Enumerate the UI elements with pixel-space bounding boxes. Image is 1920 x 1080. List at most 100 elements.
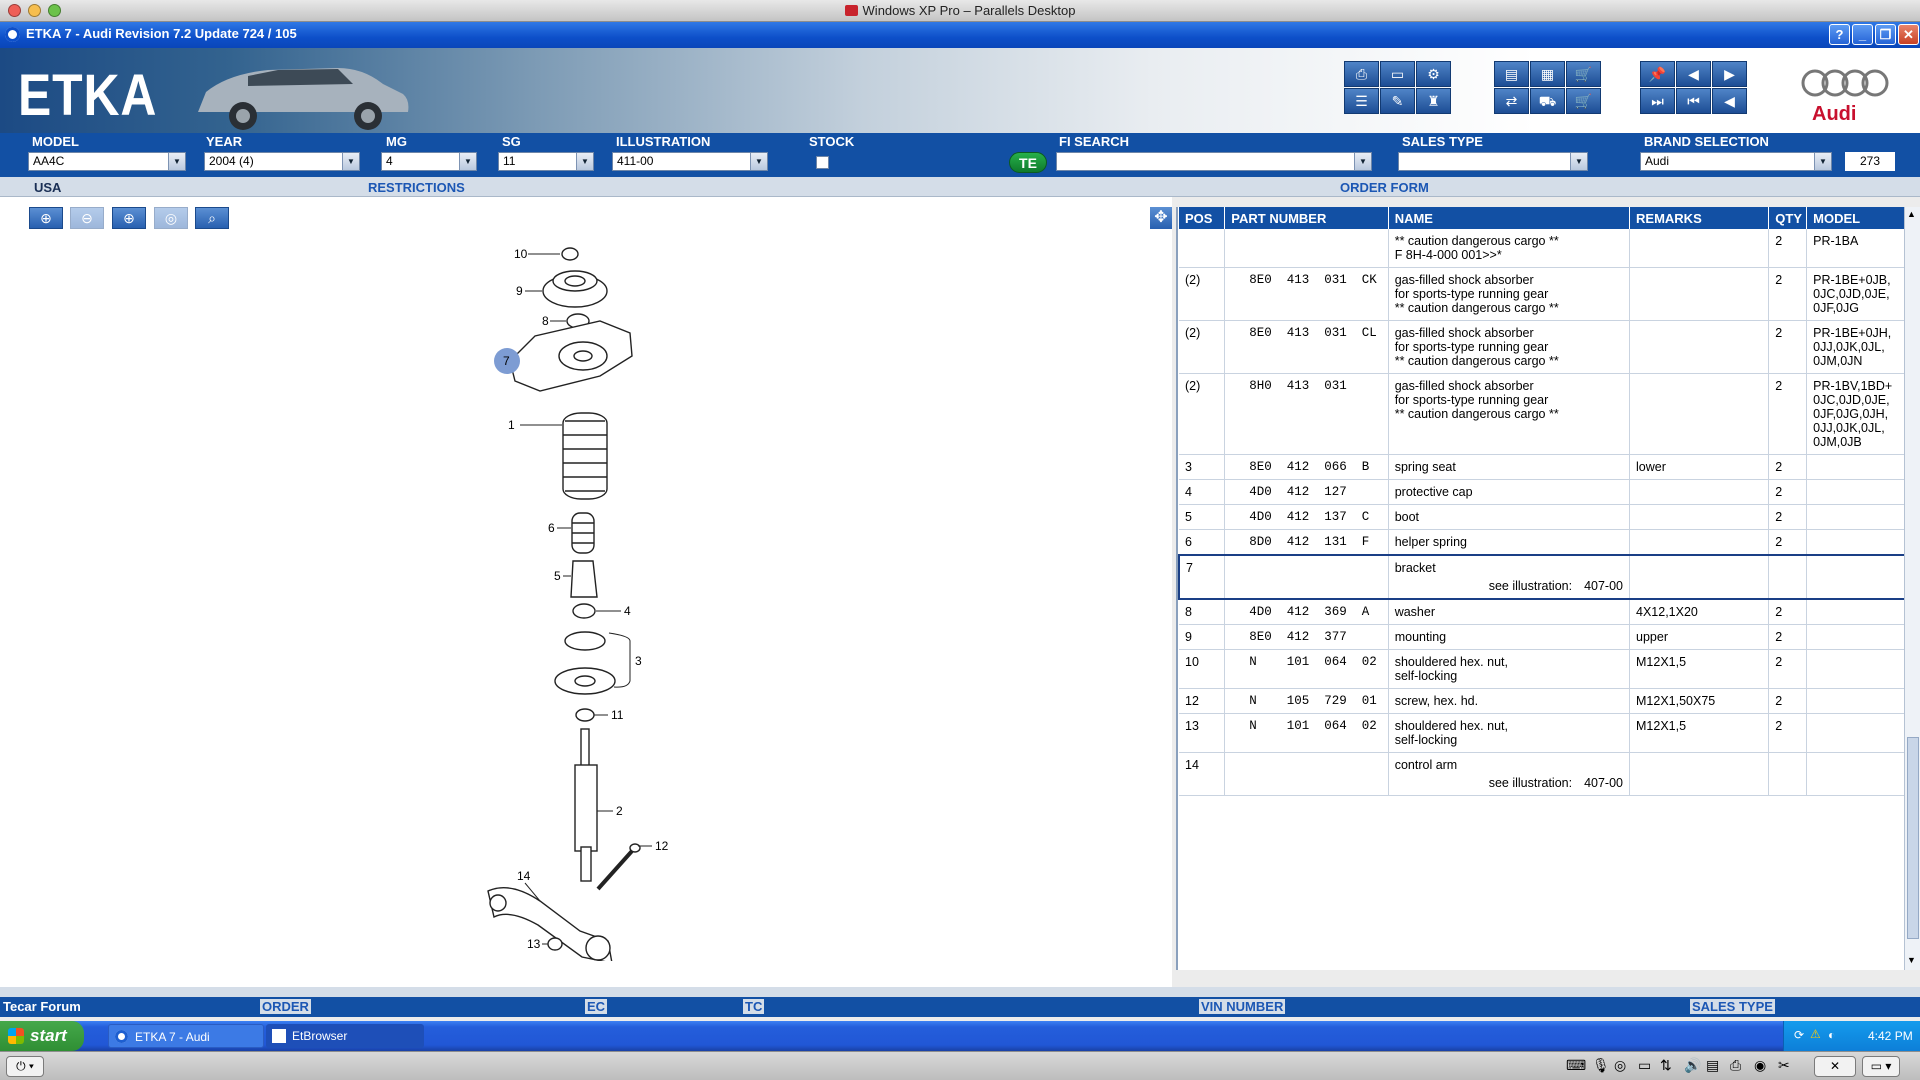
tecar-forum-link[interactable]: Tecar Forum (3, 999, 81, 1014)
table-row[interactable]: ** caution dangerous cargo ** F 8H-4-000… (1179, 229, 1906, 268)
mg-select[interactable]: 4 ▼ (381, 152, 477, 171)
help-button[interactable]: ? (1829, 24, 1850, 45)
alert-icon[interactable]: ⚠ (1810, 1027, 1821, 1041)
zoom-in-icon[interactable]: ⊕ (29, 207, 63, 229)
elsa-icon[interactable]: ▤ (1494, 61, 1529, 87)
taskbar-item-etka[interactable]: ETKA 7 - Audi (108, 1024, 264, 1048)
fi-search-select[interactable]: ▼ (1056, 152, 1372, 171)
pin-icon[interactable]: 📌 (1640, 61, 1675, 87)
page-forward-icon[interactable]: ▶ (1712, 61, 1747, 87)
table-row[interactable]: (2) 8E0 413 031 CL gas-filled shock absorb… (1179, 320, 1906, 374)
screen-icon[interactable]: ▭ (1380, 61, 1415, 87)
cart-add-icon[interactable]: 🛒 (1566, 88, 1601, 114)
scroll-up-icon[interactable]: ▲ (1907, 209, 1916, 219)
model-select[interactable]: AA4C ▼ (28, 152, 186, 171)
coherence-icon[interactable]: ✂ (1778, 1057, 1790, 1074)
callout-6[interactable]: 6 (548, 521, 555, 535)
cart-icon[interactable]: 🛒 (1566, 61, 1601, 87)
zoom-fit-icon[interactable]: ⊕ (112, 207, 146, 229)
restrictions-link[interactable]: RESTRICTIONS (368, 180, 465, 195)
callout-11[interactable]: 11 (611, 708, 624, 722)
table-row[interactable]: 6 8D0 412 131 Fhelper spring 2 (1179, 529, 1906, 556)
chevron-down-icon[interactable]: ▼ (1570, 153, 1587, 170)
table-row[interactable]: 10 N 101 064 02 shouldered hex. nut, self-… (1179, 649, 1906, 689)
chevron-down-icon[interactable]: ▼ (342, 153, 359, 170)
delivery-icon[interactable]: ⛟ (1530, 88, 1565, 114)
callout-5[interactable]: 5 (554, 569, 561, 583)
chevron-down-icon[interactable]: ▼ (1814, 153, 1831, 170)
column-header[interactable]: POS (1179, 207, 1226, 229)
cd-icon[interactable]: ◎ (1614, 1057, 1626, 1074)
illustration-select[interactable]: 411-00 ▼ (612, 152, 768, 171)
callout-14[interactable]: 14 (517, 869, 531, 883)
table-row[interactable]: (2) 8H0 413 031 gas-filled shock absorber … (1179, 373, 1906, 455)
minimize-button[interactable]: _ (1852, 24, 1873, 45)
restore-button[interactable]: ❐ (1875, 24, 1896, 45)
chevron-down-icon[interactable]: ▼ (750, 153, 767, 170)
hdd-icon[interactable]: ▭ (1638, 1057, 1651, 1074)
scroll-down-icon[interactable]: ▼ (1907, 955, 1916, 965)
callout-13[interactable]: 13 (527, 937, 541, 951)
year-select[interactable]: 2004 (4) ▼ (204, 152, 360, 171)
chevron-down-icon[interactable]: ▼ (1354, 153, 1371, 170)
sales-type-select[interactable]: ▼ (1398, 152, 1588, 171)
parts-diagram[interactable]: 10 9 8 7 1 6 5 4 3 11 2 12 14 13 (480, 241, 740, 961)
callout-9[interactable]: 9 (516, 284, 523, 298)
callout-1[interactable]: 1 (508, 418, 515, 432)
table-row[interactable]: 9 8E0 412 377 mounting upper 2 (1179, 624, 1906, 650)
callout-4[interactable]: 4 (624, 604, 631, 618)
table-row[interactable]: 3 8E0 412 066 Bspring seat lower 2 (1179, 454, 1906, 480)
volume-icon[interactable]: ◐ (1828, 1028, 1835, 1042)
microphone-icon[interactable]: 🎙 (1592, 1057, 1610, 1074)
column-header[interactable]: NAME (1388, 207, 1631, 229)
brand-select[interactable]: Audi ▼ (1640, 152, 1832, 171)
start-button[interactable]: start (0, 1021, 84, 1051)
column-header[interactable]: MODEL (1806, 207, 1906, 229)
table-row[interactable]: 5 4D0 412 137 Cboot 2 (1179, 504, 1906, 530)
column-header[interactable]: REMARKS (1629, 207, 1770, 229)
table-row[interactable]: (2) 8E0 413 031 CK gas-filled shock absorb… (1179, 267, 1906, 321)
parts-scrollbar[interactable]: ▲ ▼ (1904, 207, 1920, 970)
keyboard-icon[interactable]: ⌨ (1566, 1057, 1586, 1074)
close-button[interactable]: ✕ (1898, 24, 1919, 45)
table-row[interactable]: 8 4D0 412 369 Awasher 4X12,1X20 2 (1179, 599, 1906, 625)
network-icon[interactable]: ⟳ (1794, 1028, 1804, 1042)
previous-icon[interactable]: ◀ (1712, 88, 1747, 114)
page-back-icon[interactable]: ◀ (1676, 61, 1711, 87)
shared-folder-icon[interactable]: ▤ (1706, 1057, 1719, 1074)
chevron-down-icon[interactable]: ▼ (168, 153, 185, 170)
list-icon[interactable]: ☰ (1344, 88, 1379, 114)
tools-icon[interactable]: ✕ (1814, 1056, 1856, 1077)
see-illustration-link[interactable]: see illustration: 407-00 (1395, 579, 1623, 593)
chevron-down-icon[interactable]: ▼ (459, 153, 476, 170)
view-mode-icon[interactable]: ▭ ▾ (1862, 1056, 1900, 1077)
zoom-100-icon[interactable]: ◎ (154, 207, 188, 229)
zoom-out-icon[interactable]: ⊖ (70, 207, 104, 229)
magnifier-icon[interactable]: ⌕ (195, 207, 229, 229)
table-row[interactable]: 7 bracket see illustration: 407-00 (1178, 554, 1906, 600)
te-button[interactable]: TE (1009, 152, 1047, 173)
power-icon[interactable]: ⏻ ▾ (6, 1056, 44, 1077)
table-row[interactable]: 4 4D0 412 127 protective cap 2 (1179, 479, 1906, 505)
expand-panel-icon[interactable]: ✥ (1150, 207, 1172, 229)
service-icon[interactable]: ♜ (1416, 88, 1451, 114)
callout-3[interactable]: 3 (635, 654, 642, 668)
sound-icon[interactable]: 🔊 (1684, 1057, 1701, 1074)
table-row[interactable]: 14 control arm see illustration: 407-00 (1179, 752, 1906, 796)
column-header[interactable]: QTY (1768, 207, 1808, 229)
chevron-down-icon[interactable]: ▼ (576, 153, 593, 170)
print-icon[interactable]: ⎙ (1344, 61, 1379, 87)
callout-10[interactable]: 10 (514, 247, 528, 261)
usb-icon[interactable]: ⇅ (1660, 1057, 1672, 1074)
see-illustration-link[interactable]: see illustration: 407-00 (1395, 776, 1623, 790)
edit-icon[interactable]: ✎ (1380, 88, 1415, 114)
callout-2[interactable]: 2 (616, 804, 623, 818)
callout-8[interactable]: 8 (542, 314, 549, 328)
table-row[interactable]: 12 N 105 729 01 screw, hex. hd. M12X1,50X75… (1179, 688, 1906, 714)
depot-icon[interactable]: ▦ (1530, 61, 1565, 87)
stock-checkbox[interactable] (816, 156, 829, 169)
callout-12[interactable]: 12 (655, 839, 669, 853)
order-form-link[interactable]: ORDER FORM (1340, 180, 1429, 195)
last-page-icon[interactable]: ⏭ (1640, 88, 1675, 114)
first-page-icon[interactable]: ⏮ (1676, 88, 1711, 114)
